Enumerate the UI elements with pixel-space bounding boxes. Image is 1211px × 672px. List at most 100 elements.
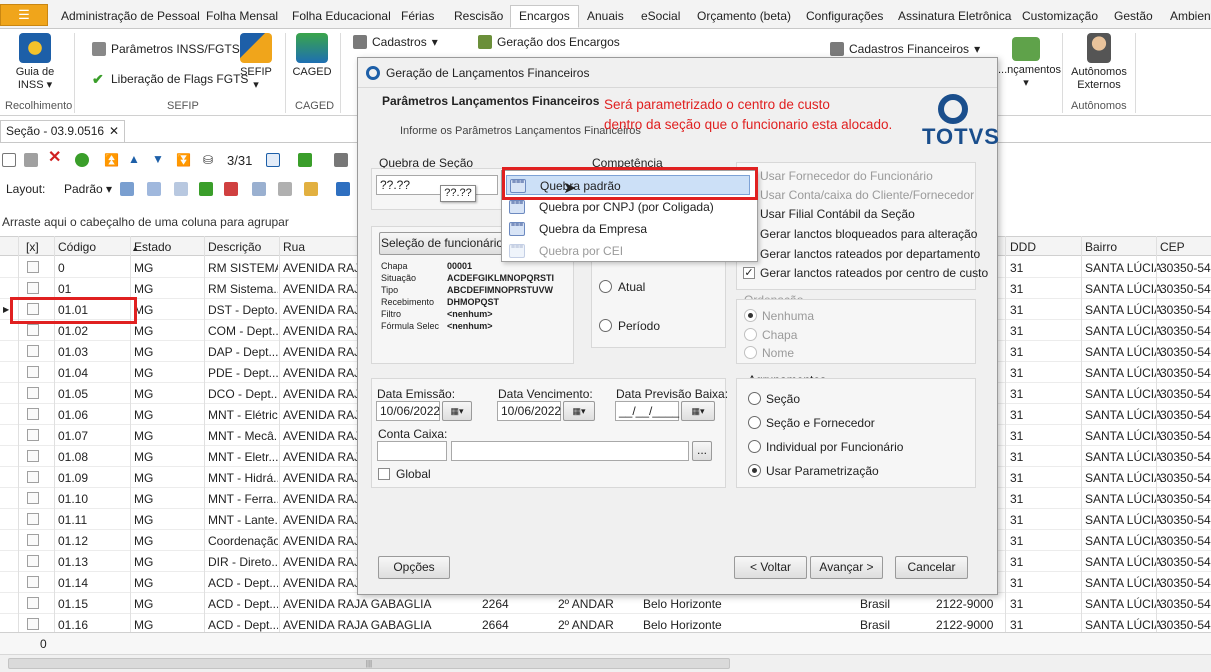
avancar-button[interactable]: Avançar > bbox=[810, 556, 883, 579]
liberacao-flags-button[interactable]: ✔ Liberação de Flags FGTS bbox=[92, 72, 248, 86]
refresh-icon[interactable] bbox=[75, 153, 89, 167]
calendar-dropdown-button[interactable]: ▦▾ bbox=[442, 401, 472, 421]
row-checkbox[interactable] bbox=[27, 366, 39, 378]
parametros-inss-button[interactable]: Parâmetros INSS/FGTS bbox=[92, 42, 240, 56]
grid-icon[interactable] bbox=[120, 182, 134, 196]
data-venc-input[interactable]: 10/06/2022 bbox=[497, 401, 561, 421]
delete-icon[interactable]: ✕ bbox=[48, 150, 62, 166]
opt-centro-custo-checkbox[interactable]: ✓ bbox=[743, 267, 755, 279]
tab-anuais[interactable]: Anuais bbox=[587, 6, 624, 29]
geracao-encargos-button[interactable]: Geração dos Encargos bbox=[478, 35, 620, 49]
prev-icon[interactable]: ▲ bbox=[128, 152, 142, 166]
calendar-dropdown-button[interactable]: ▦▾ bbox=[563, 401, 595, 421]
tab-folha-mensal[interactable]: Folha Mensal bbox=[206, 6, 278, 29]
col-select[interactable]: [x] bbox=[26, 240, 39, 254]
autonomos-button[interactable]: Autônomos Externos bbox=[1068, 33, 1130, 92]
calendar-dropdown-button[interactable]: ▦▾ bbox=[681, 401, 715, 421]
dropdown-item-quebra-cnpj[interactable]: ≡≡≡ Quebra por CNPJ (por Coligada) bbox=[506, 197, 750, 217]
lookup-button[interactable]: ... bbox=[692, 441, 712, 461]
agr-parametrizacao-radio[interactable] bbox=[748, 464, 761, 477]
chart-icon[interactable] bbox=[336, 182, 350, 196]
row-checkbox[interactable] bbox=[27, 513, 39, 525]
tab-ambiente[interactable]: Ambient bbox=[1170, 6, 1211, 29]
tab-rescisao[interactable]: Rescisão bbox=[454, 6, 503, 29]
tab-assinatura[interactable]: Assinatura Eletrônica bbox=[898, 6, 1011, 29]
tab-customizacao[interactable]: Customização bbox=[1022, 6, 1098, 29]
last-icon[interactable]: ⏬ bbox=[176, 153, 191, 167]
row-checkbox[interactable] bbox=[27, 555, 39, 567]
binoculars-icon[interactable]: ⛁ bbox=[203, 153, 217, 167]
row-checkbox[interactable] bbox=[27, 534, 39, 546]
folder-icon[interactable] bbox=[304, 182, 318, 196]
sort-icon[interactable] bbox=[278, 182, 292, 196]
filter-icon[interactable] bbox=[252, 182, 266, 196]
col-codigo[interactable]: Código ▲ bbox=[58, 240, 139, 254]
row-checkbox[interactable] bbox=[27, 408, 39, 420]
guia-inss-button[interactable]: Guia de INSS ▾ bbox=[6, 33, 64, 92]
voltar-button[interactable]: < Voltar bbox=[734, 556, 807, 579]
agr-secao-radio[interactable] bbox=[748, 392, 761, 405]
tab-folha-educacional[interactable]: Folha Educacional bbox=[292, 6, 391, 29]
periodo-radio[interactable] bbox=[599, 319, 612, 332]
caged-button[interactable]: CAGED bbox=[292, 33, 332, 79]
table-row[interactable]: 01.15 MG ACD - Dept... AVENIDA RAJA GABAGLI… bbox=[0, 593, 1211, 614]
ord-nenhuma-radio[interactable] bbox=[744, 309, 757, 322]
cadastros-financeiros-button[interactable]: Cadastros Financeiros ▾ bbox=[830, 42, 980, 56]
sefip-button[interactable]: SEFIP ▾ bbox=[237, 33, 275, 92]
tab-configuracoes[interactable]: Configurações bbox=[806, 6, 883, 29]
document-tab[interactable]: Seção - 03.9.0516 ✕ bbox=[0, 120, 125, 142]
data-prev-input[interactable]: __/__/____ bbox=[615, 401, 679, 421]
row-checkbox[interactable] bbox=[27, 471, 39, 483]
row-checkbox[interactable] bbox=[27, 618, 39, 630]
row-checkbox[interactable] bbox=[27, 450, 39, 462]
row-checkbox[interactable] bbox=[27, 492, 39, 504]
scroll-thumb[interactable]: ||| bbox=[8, 658, 730, 669]
col-cep[interactable]: CEP bbox=[1160, 240, 1185, 254]
columns-icon[interactable] bbox=[147, 182, 161, 196]
dropdown-item-quebra-empresa[interactable]: ≡≡≡ Quebra da Empresa bbox=[506, 219, 750, 239]
print-icon[interactable] bbox=[334, 153, 348, 167]
row-checkbox[interactable] bbox=[27, 597, 39, 609]
row-checkbox[interactable] bbox=[27, 324, 39, 336]
agr-individual-radio[interactable] bbox=[748, 440, 761, 453]
col-ddd[interactable]: DDD bbox=[1010, 240, 1036, 254]
tab-orcamento[interactable]: Orçamento (beta) bbox=[697, 6, 791, 29]
cancelar-button[interactable]: Cancelar bbox=[895, 556, 968, 579]
edit-icon[interactable] bbox=[24, 153, 38, 167]
horizontal-scrollbar[interactable]: ||| bbox=[0, 654, 1211, 672]
calendar-icon[interactable] bbox=[266, 153, 280, 167]
lancamentos-button[interactable]: ...nçamentos ▾ bbox=[998, 37, 1061, 90]
down-icon[interactable] bbox=[199, 182, 213, 196]
first-icon[interactable]: ⏫ bbox=[104, 153, 119, 167]
up-icon[interactable] bbox=[224, 182, 238, 196]
list-icon[interactable] bbox=[174, 182, 188, 196]
app-menu-button[interactable]: ☰ bbox=[0, 4, 48, 26]
quebra-select[interactable]: ??.?? bbox=[376, 175, 498, 195]
opcoes-button[interactable]: Opções bbox=[378, 556, 450, 579]
tab-administracao[interactable]: Administração de Pessoal bbox=[61, 6, 200, 29]
next-icon[interactable]: ▼ bbox=[152, 152, 166, 166]
row-checkbox[interactable] bbox=[27, 429, 39, 441]
new-icon[interactable] bbox=[2, 153, 16, 167]
row-checkbox[interactable] bbox=[27, 282, 39, 294]
layout-select[interactable]: Padrão ▾ bbox=[64, 182, 112, 196]
atual-radio[interactable] bbox=[599, 280, 612, 293]
data-emissao-input[interactable]: 10/06/2022 bbox=[376, 401, 440, 421]
conta-caixa-desc-input[interactable] bbox=[451, 441, 689, 461]
tab-encargos[interactable]: Encargos bbox=[510, 5, 579, 28]
tab-gestao[interactable]: Gestão bbox=[1114, 6, 1153, 29]
export-icon[interactable] bbox=[298, 153, 312, 167]
col-estado[interactable]: Estado bbox=[134, 240, 171, 254]
ord-nome-radio[interactable] bbox=[744, 346, 757, 359]
tab-esocial[interactable]: eSocial bbox=[641, 6, 680, 29]
tab-ferias[interactable]: Férias bbox=[401, 6, 434, 29]
dropdown-item-quebra-cei[interactable]: ≡≡≡ Quebra por CEI bbox=[506, 241, 750, 261]
selecao-funcionarios-button[interactable]: Seleção de funcionários bbox=[379, 232, 511, 255]
ord-chapa-radio[interactable] bbox=[744, 328, 757, 341]
row-checkbox[interactable] bbox=[27, 387, 39, 399]
conta-caixa-code-input[interactable] bbox=[377, 441, 447, 461]
global-checkbox[interactable] bbox=[378, 468, 390, 480]
row-checkbox[interactable] bbox=[27, 345, 39, 357]
cadastros-button[interactable]: Cadastros ▾ bbox=[353, 35, 438, 49]
col-bairro[interactable]: Bairro bbox=[1085, 240, 1117, 254]
